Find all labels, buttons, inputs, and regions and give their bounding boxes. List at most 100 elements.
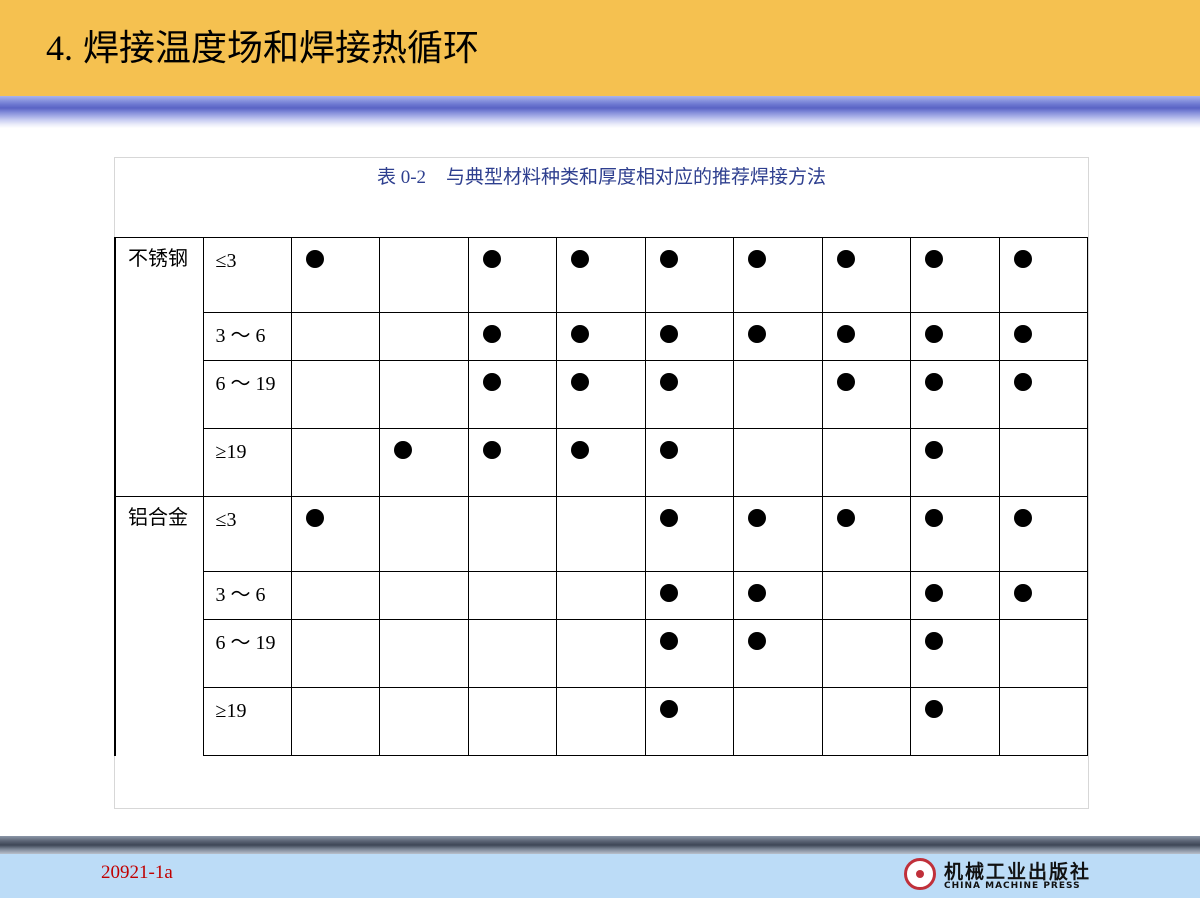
method-cell	[556, 687, 646, 756]
thickness-cell: 3 ～ 6	[202, 312, 292, 361]
method-cell	[733, 360, 823, 429]
method-cell	[556, 360, 646, 429]
thickness-cell: 3 ～ 6	[202, 571, 292, 620]
recommended-dot-icon	[1013, 325, 1032, 343]
publisher-emblem-icon	[904, 858, 936, 890]
table-row: ≥19	[115, 687, 1088, 756]
method-cell	[644, 428, 734, 497]
recommended-dot-icon	[748, 250, 766, 268]
method-cell	[910, 360, 1000, 429]
method-cell	[733, 571, 823, 620]
method-cell	[733, 496, 823, 572]
recommended-dot-icon	[1013, 373, 1032, 391]
method-cell	[467, 571, 557, 620]
recommended-dot-icon	[836, 373, 855, 391]
recommended-dot-icon	[305, 509, 324, 527]
material-label: 不锈钢	[128, 246, 188, 270]
method-cell	[910, 428, 1000, 497]
recommended-dot-icon	[482, 441, 501, 459]
method-cell	[467, 619, 557, 688]
recommended-dot-icon	[1013, 509, 1032, 527]
method-cell	[998, 428, 1088, 497]
method-cell	[821, 571, 911, 620]
recommended-dot-icon	[659, 325, 678, 343]
table-row: 3 ～ 6	[115, 312, 1088, 361]
method-cell	[998, 237, 1088, 313]
method-cell	[644, 496, 734, 572]
method-cell	[290, 687, 380, 756]
method-cell	[910, 571, 1000, 620]
table-caption: 表 0-2 与典型材料种类和厚度相对应的推荐焊接方法	[114, 162, 1089, 189]
slide-code: 20921-1a	[101, 862, 173, 883]
method-cell	[467, 428, 557, 497]
method-cell	[556, 619, 646, 688]
method-cell	[290, 619, 380, 688]
recommended-dot-icon	[748, 509, 766, 527]
footer-stripe	[0, 836, 1200, 854]
recommended-dot-icon	[925, 509, 943, 527]
recommended-dot-icon	[482, 373, 501, 391]
recommended-dot-icon	[482, 325, 501, 343]
thickness-cell: 6 ～ 19	[202, 619, 292, 688]
slide-title: 4. 焊接温度场和焊接热循环	[46, 28, 479, 69]
recommended-dot-icon	[925, 250, 943, 268]
thickness-cell: 6 ～ 19	[202, 360, 292, 429]
publisher-logo: 机械工业出版社 CHINA MACHINE PRESS	[902, 856, 1112, 896]
recommended-dot-icon	[748, 632, 766, 650]
recommended-dot-icon	[836, 509, 855, 527]
logo-chinese: 机械工业出版社	[944, 861, 1092, 883]
title-number: 4.	[46, 28, 73, 68]
method-cell	[998, 312, 1088, 361]
method-cell	[379, 619, 469, 688]
table-row: 6 ～ 19	[115, 619, 1088, 688]
recommended-dot-icon	[571, 441, 589, 459]
method-cell	[290, 237, 380, 313]
method-cell	[379, 571, 469, 620]
material-cell: 不锈钢	[114, 237, 204, 497]
method-cell	[644, 312, 734, 361]
recommended-dot-icon	[836, 325, 855, 343]
method-cell	[998, 571, 1088, 620]
method-cell	[821, 687, 911, 756]
method-cell	[290, 496, 380, 572]
logo-english: CHINA MACHINE PRESS	[944, 881, 1081, 891]
recommended-dot-icon	[394, 441, 412, 459]
recommended-dot-icon	[659, 584, 678, 602]
method-cell	[290, 428, 380, 497]
method-cell	[821, 496, 911, 572]
method-cell	[910, 237, 1000, 313]
recommended-dot-icon	[659, 632, 678, 650]
method-cell	[998, 360, 1088, 429]
material-label: 铝合金	[128, 505, 188, 529]
caption-label: 表 0-2	[376, 167, 427, 188]
table-row: 不锈钢 ≤3	[114, 237, 1088, 497]
recommended-dot-icon	[659, 250, 678, 268]
method-cell	[467, 237, 557, 313]
thickness-cell: ≥19	[202, 428, 292, 497]
title-text: 焊接温度场和焊接热循环	[83, 28, 480, 69]
thickness-cell: ≤3	[202, 237, 292, 313]
method-cell	[644, 687, 734, 756]
method-cell	[733, 619, 823, 688]
method-cell	[733, 687, 823, 756]
recommended-dot-icon	[571, 250, 589, 268]
recommended-dot-icon	[659, 700, 678, 718]
table-row: ≥19	[115, 428, 1088, 497]
table-row: 3 ～ 6	[115, 571, 1088, 620]
method-cell	[998, 687, 1088, 756]
recommended-dot-icon	[925, 373, 943, 391]
recommended-dot-icon	[305, 250, 324, 268]
recommended-dot-icon	[659, 509, 678, 527]
recommended-dot-icon	[659, 373, 678, 391]
welding-method-table: 不锈钢 ≤3 3 ～ 66 ～ 19 ≥19 铝合金 ≤3 3 ～ 66 ～ 19 ≥19	[114, 237, 1088, 756]
method-cell	[644, 360, 734, 429]
method-cell	[290, 312, 380, 361]
method-cell	[556, 496, 646, 572]
method-cell	[379, 237, 469, 313]
method-cell	[467, 496, 557, 572]
method-cell	[290, 360, 380, 429]
method-cell	[644, 237, 734, 313]
method-cell	[910, 619, 1000, 688]
method-cell	[733, 312, 823, 361]
method-cell	[467, 312, 557, 361]
